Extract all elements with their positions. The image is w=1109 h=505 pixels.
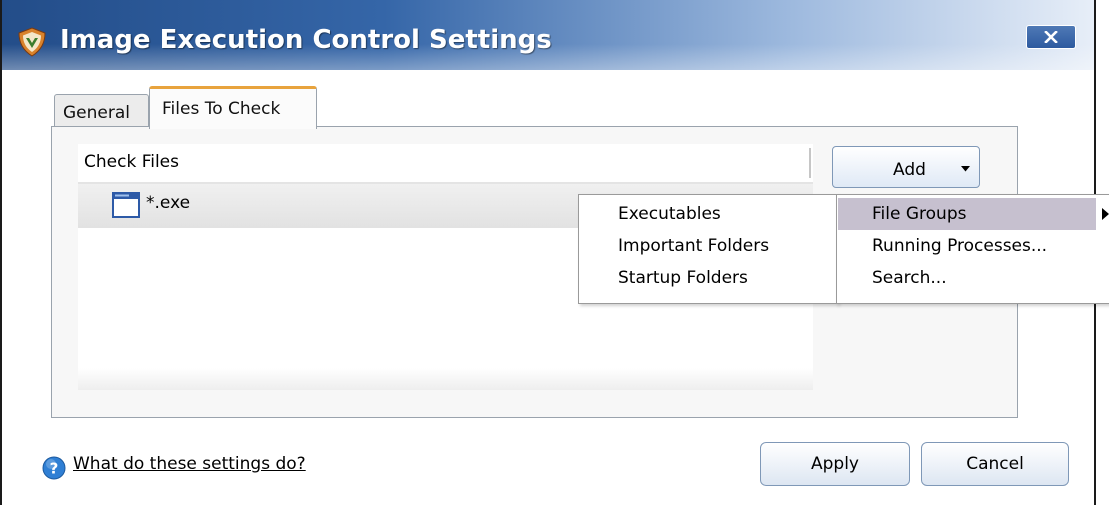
list-item-name: *.exe bbox=[146, 193, 191, 213]
menu-item-startup-folders[interactable]: Startup Folders bbox=[618, 268, 748, 288]
apply-button[interactable]: Apply bbox=[760, 442, 910, 486]
submenu-arrow-icon bbox=[1102, 208, 1109, 220]
help-icon[interactable]: ? bbox=[42, 456, 66, 480]
cancel-button[interactable]: Cancel bbox=[921, 442, 1069, 486]
menu-item-file-groups[interactable]: File Groups bbox=[838, 198, 1109, 230]
menu-item-executables[interactable]: Executables bbox=[618, 204, 721, 224]
close-button[interactable] bbox=[1026, 25, 1076, 49]
menu-item-search[interactable]: Search... bbox=[872, 268, 947, 288]
shield-app-icon bbox=[18, 27, 46, 57]
column-separator[interactable] bbox=[809, 148, 811, 178]
svg-text:?: ? bbox=[50, 460, 59, 478]
tab-files-to-check-label: Files To Check bbox=[162, 99, 281, 119]
add-button[interactable]: Add bbox=[832, 146, 980, 188]
tab-general-label: General bbox=[63, 103, 130, 123]
add-dropdown-menu: File Groups Running Processes... Search.… bbox=[836, 194, 1109, 304]
tab-general[interactable]: General bbox=[54, 94, 149, 128]
column-header-check-files[interactable]: Check Files bbox=[84, 152, 179, 172]
menu-item-file-groups-label: File Groups bbox=[872, 204, 967, 224]
tab-files-to-check[interactable]: Files To Check bbox=[149, 86, 317, 129]
dropdown-arrow-icon bbox=[961, 166, 970, 172]
add-button-label: Add bbox=[893, 160, 926, 180]
menu-item-running-processes[interactable]: Running Processes... bbox=[872, 236, 1047, 256]
close-icon bbox=[1044, 31, 1058, 43]
title-bar[interactable]: Image Execution Control Settings bbox=[2, 0, 1094, 70]
file-groups-submenu: Executables Important Folders Startup Fo… bbox=[578, 194, 838, 304]
menu-item-important-folders[interactable]: Important Folders bbox=[618, 236, 769, 256]
help-link[interactable]: What do these settings do? bbox=[73, 454, 306, 474]
settings-dialog: Image Execution Control Settings General… bbox=[0, 0, 1109, 505]
window-file-icon bbox=[112, 192, 140, 218]
dialog-title: Image Execution Control Settings bbox=[60, 25, 552, 55]
